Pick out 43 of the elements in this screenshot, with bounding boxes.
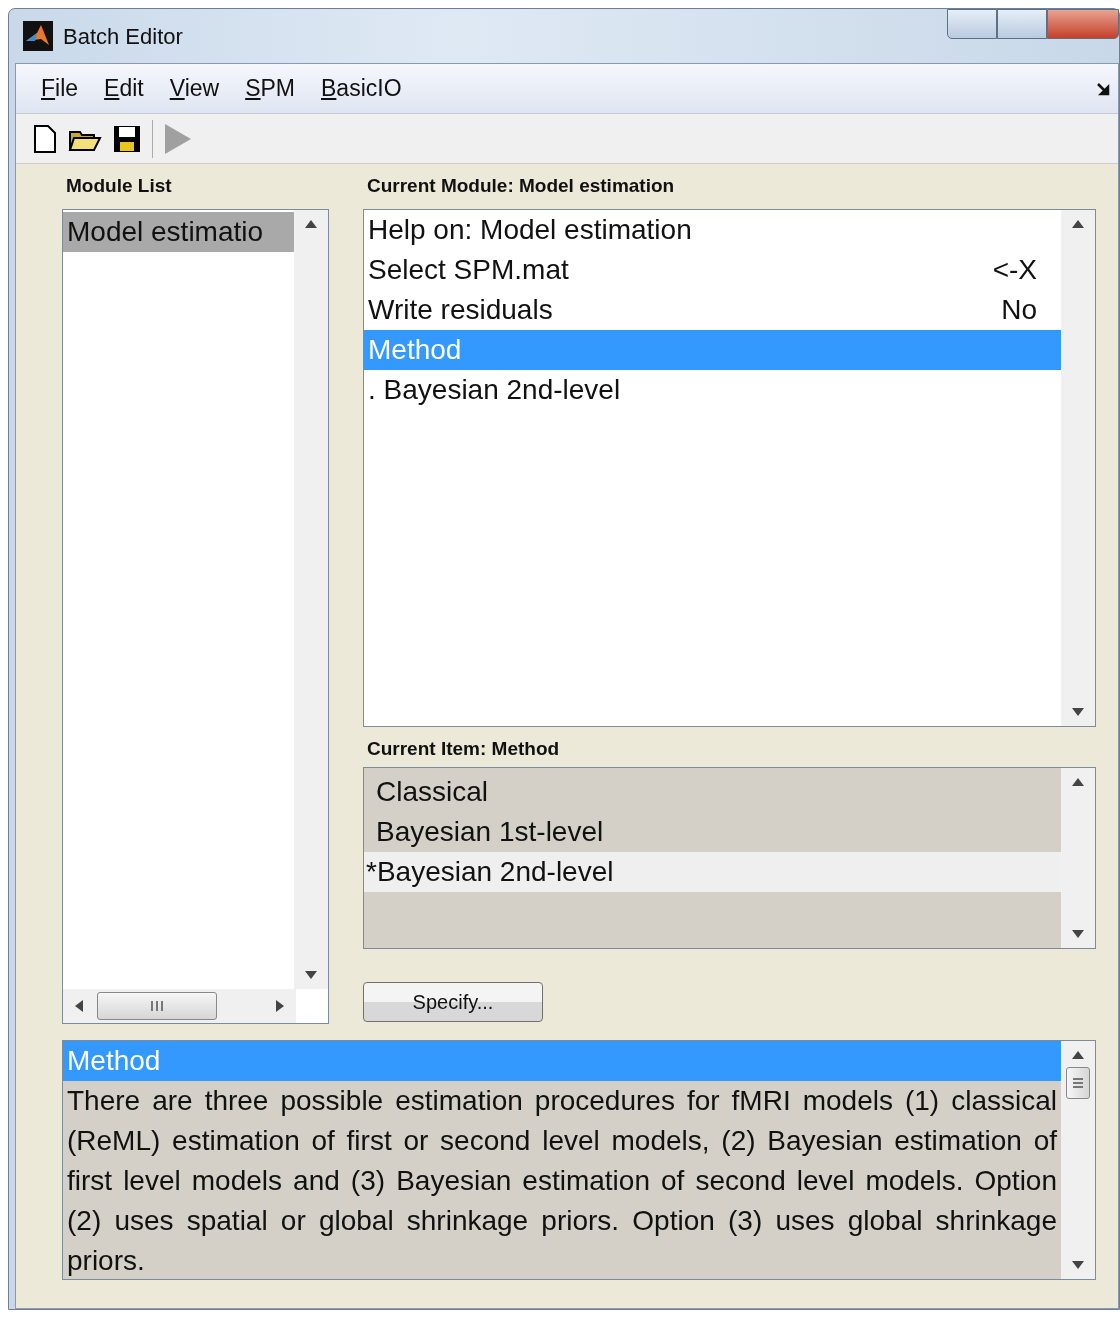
item-value: <-X: [992, 252, 1038, 287]
menu-item[interactable]: Edit: [95, 69, 153, 108]
module-list-item[interactable]: Model estimatio: [63, 211, 294, 252]
specify-button[interactable]: Specify...: [363, 982, 543, 1022]
menu-item[interactable]: File: [32, 69, 88, 108]
option-item[interactable]: *Bayesian 2nd-level: [364, 852, 1061, 892]
menu-item[interactable]: BasicIO: [312, 69, 411, 108]
minimize-button[interactable]: [947, 9, 997, 39]
grip-icon: [1072, 1076, 1084, 1089]
menu-item[interactable]: SPM: [236, 69, 304, 108]
module-item[interactable]: Select SPM.mat <-X: [364, 249, 1061, 290]
help-title: Method: [63, 1040, 1061, 1081]
new-file-icon[interactable]: [32, 123, 58, 154]
scroll-up-arrow-icon[interactable]: [1072, 219, 1084, 228]
item-label: Select SPM.mat: [368, 252, 569, 287]
current-module-label: Current Module: Model estimation: [367, 174, 676, 198]
app-logo-icon: [23, 21, 53, 51]
item-value: No: [1001, 292, 1038, 327]
option-item[interactable]: Bayesian 1st-level: [364, 812, 1061, 852]
current-item-label: Current Item: Method: [367, 736, 561, 761]
module-item[interactable]: . Bayesian 2nd-level: [364, 369, 1061, 410]
module-item[interactable]: Write residuals No: [364, 289, 1061, 330]
scroll-right-arrow-icon[interactable]: [276, 999, 284, 1012]
item-label: Write residuals: [368, 292, 553, 327]
scrollbar-thumb[interactable]: [1066, 1066, 1090, 1099]
scroll-up-arrow-icon[interactable]: [1072, 1050, 1084, 1059]
module-list-label: Module List: [66, 174, 173, 198]
scroll-up-arrow-icon[interactable]: [305, 219, 317, 228]
scroll-up-arrow-icon[interactable]: [1072, 778, 1084, 786]
dock-arrow-icon[interactable]: [1096, 81, 1110, 96]
module-item[interactable]: Help on: Model estimation: [364, 209, 1061, 250]
menu-item[interactable]: View: [160, 69, 229, 108]
maximize-button[interactable]: [997, 9, 1047, 39]
scroll-down-arrow-icon[interactable]: [305, 970, 317, 979]
window-title: Batch Editor: [63, 22, 183, 51]
option-item[interactable]: Classical: [364, 772, 1061, 812]
scroll-down-arrow-icon[interactable]: [1072, 707, 1084, 716]
help-text: There are three possible estimation procedures for fMRI models (1) classical (ReML) estimation of first or second level models, (2) Bayesian estimation of first level models and (3) Bayesian estimation of second level models. Option (2) uses spatial or global shrinkage priors. Option (3) uses global shrinkage priors.: [66, 1083, 1058, 1278]
scrollbar-thumb[interactable]: [97, 991, 217, 1020]
scroll-down-arrow-icon[interactable]: [1072, 1260, 1084, 1269]
grip-icon: [150, 999, 164, 1012]
scroll-down-arrow-icon[interactable]: [1072, 930, 1084, 938]
scroll-left-arrow-icon[interactable]: [75, 999, 83, 1012]
